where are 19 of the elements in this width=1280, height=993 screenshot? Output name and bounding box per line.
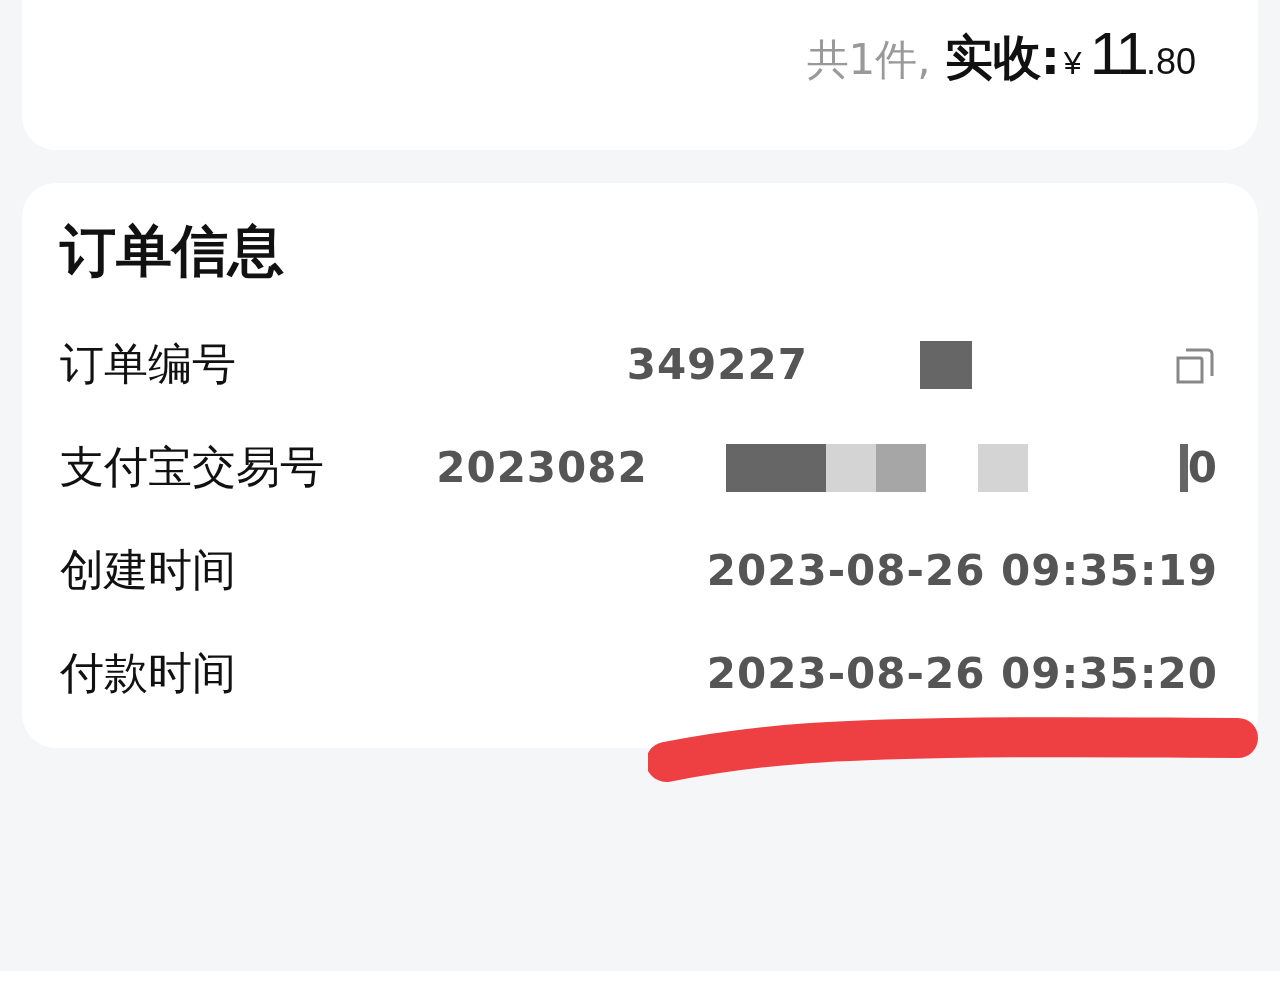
time-value: 2023-08-26 09:35:19 [706, 546, 1218, 595]
redaction-block [977, 443, 1028, 492]
field-label: 支付宝交易号 [60, 440, 324, 494]
field-label: 付款时间 [60, 646, 236, 700]
received-label: 实收: [944, 28, 1060, 87]
trade-number-end: 0 [1187, 443, 1218, 492]
redaction-block [1179, 443, 1188, 492]
redaction-block [920, 340, 972, 389]
order-number: 349227 [626, 340, 808, 389]
redaction-block [875, 443, 926, 492]
field-label: 订单编号 [60, 337, 236, 391]
trade-number: 2023082 [436, 443, 648, 492]
currency-symbol: ¥ [1063, 45, 1082, 82]
item-count: 共1件, [806, 34, 931, 86]
amount-decimal: .80 [1145, 41, 1196, 83]
amount-integer: 11 [1089, 19, 1146, 88]
section-title: 订单信息 [60, 223, 285, 279]
field-label: 创建时间 [60, 543, 236, 597]
time-value: 2023-08-26 09:35:20 [706, 649, 1218, 698]
